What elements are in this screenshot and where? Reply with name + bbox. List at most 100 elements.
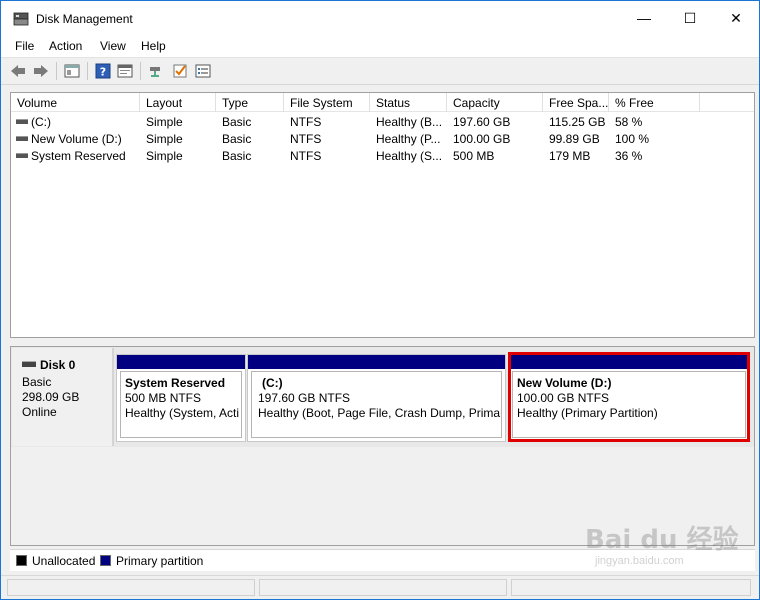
close-button[interactable]: ✕ [713, 1, 759, 35]
legend: Unallocated Primary partition [10, 549, 755, 571]
partition-status: Healthy (System, Acti [125, 406, 240, 420]
column-header-type[interactable]: Type [216, 93, 284, 112]
disk-management-window: Disk Management — ☐ ✕ File Action View H… [0, 0, 760, 600]
disk-size: 298.09 GB [22, 390, 80, 404]
cell-volume: (C:) [31, 115, 51, 129]
column-header-file-system[interactable]: File System [284, 93, 370, 112]
primary-partition-swatch [100, 555, 111, 566]
partition-size: 197.60 GB NTFS [258, 391, 351, 405]
help-button[interactable]: ? [93, 62, 113, 80]
cell-free-space: 99.89 GB [549, 132, 600, 146]
console-button[interactable] [115, 62, 135, 80]
close-icon: ✕ [730, 9, 742, 26]
properties-button[interactable] [62, 62, 82, 80]
empty-disk-area [11, 447, 754, 545]
cell-free-space: 179 MB [549, 149, 591, 163]
cell-capacity: 197.60 GB [453, 115, 511, 129]
column-header-layout[interactable]: Layout [140, 93, 216, 112]
volume-list[interactable]: Volume Layout Type File System Status Ca… [10, 92, 755, 338]
cell-capacity: 100.00 GB [453, 132, 511, 146]
disk-0-row: Disk 0 Basic 298.09 GB Online System Res… [11, 347, 754, 447]
maximize-icon: ☐ [683, 9, 697, 26]
status-bar [1, 575, 759, 599]
svg-text:?: ? [100, 66, 106, 79]
volume-icon [16, 153, 28, 158]
partition-system-reserved[interactable]: System Reserved 500 MB NTFS Healthy (Sys… [116, 354, 246, 442]
disk-state: Online [22, 405, 57, 419]
partition-body: System Reserved 500 MB NTFS Healthy (Sys… [120, 371, 242, 438]
check-button[interactable] [170, 62, 190, 80]
partition-body: New Volume (D:) 100.00 GB NTFS Healthy (… [512, 371, 746, 438]
cell-volume: New Volume (D:) [31, 132, 122, 146]
forward-arrow-icon [34, 65, 48, 77]
column-header-free-space[interactable]: Free Spa... [543, 93, 609, 112]
cell-free-space: 115.25 GB [549, 115, 606, 129]
toolbar-separator [87, 62, 88, 80]
forward-button[interactable] [31, 62, 51, 80]
pane-splitter[interactable] [10, 338, 755, 346]
window-title: Disk Management [36, 12, 133, 26]
toolbar: ? [1, 57, 759, 85]
title-bar[interactable]: Disk Management — ☐ ✕ [1, 1, 759, 35]
minimize-button[interactable]: — [621, 1, 667, 35]
cell-layout: Simple [146, 132, 183, 146]
partition-c[interactable]: (C:) 197.60 GB NTFS Healthy (Boot, Page … [247, 354, 506, 442]
connect-button[interactable] [146, 62, 166, 80]
disk-0-label[interactable]: Disk 0 Basic 298.09 GB Online [12, 348, 114, 446]
partition-size: 100.00 GB NTFS [517, 391, 610, 405]
cell-capacity: 500 MB [453, 149, 495, 163]
maximize-button[interactable]: ☐ [667, 1, 713, 35]
unallocated-swatch [16, 555, 27, 566]
legend-primary-partition: Primary partition [116, 554, 204, 568]
partition-status: Healthy (Primary Partition) [517, 406, 658, 420]
column-header-status[interactable]: Status [370, 93, 447, 112]
partition-body: (C:) 197.60 GB NTFS Healthy (Boot, Page … [251, 371, 502, 438]
cell-percent-free: 100 % [615, 132, 650, 146]
console-icon [117, 64, 133, 78]
disk-management-app-icon [13, 12, 29, 26]
menu-file[interactable]: File [15, 39, 34, 53]
toolbar-separator [56, 62, 57, 80]
disk-icon [22, 361, 36, 367]
cell-file-system: NTFS [290, 115, 322, 129]
menu-view[interactable]: View [100, 39, 126, 53]
back-button[interactable] [8, 62, 28, 80]
disk-type: Basic [22, 375, 52, 389]
cell-status: Healthy (P... [376, 132, 441, 146]
disk-graphical-view: Disk 0 Basic 298.09 GB Online System Res… [10, 346, 755, 546]
cell-type: Basic [222, 115, 252, 129]
minimize-icon: — [637, 10, 651, 26]
list-view-button[interactable] [193, 62, 213, 80]
partition-d[interactable]: New Volume (D:) 100.00 GB NTFS Healthy (… [508, 354, 750, 442]
status-segment [259, 579, 507, 596]
partition-bar [117, 355, 245, 369]
cell-type: Basic [222, 149, 252, 163]
column-header-percent-free[interactable]: % Free [609, 93, 700, 112]
cell-file-system: NTFS [290, 149, 322, 163]
partition-name: New Volume (D:) [517, 376, 612, 390]
cell-percent-free: 58 % [615, 115, 643, 129]
toolbar-separator [140, 62, 141, 80]
volume-row-system-reserved[interactable]: System Reserved Simple Basic NTFS Health… [11, 147, 754, 164]
status-segment [511, 579, 751, 596]
cell-percent-free: 36 % [615, 149, 643, 163]
cell-status: Healthy (S... [376, 149, 443, 163]
back-arrow-icon [11, 65, 25, 77]
partition-size: 500 MB NTFS [125, 391, 202, 405]
volume-row-c[interactable]: (C:) Simple Basic NTFS Healthy (B... 197… [11, 113, 754, 130]
volume-row-d[interactable]: New Volume (D:) Simple Basic NTFS Health… [11, 130, 754, 147]
list-view-icon [195, 64, 211, 78]
check-icon [173, 64, 187, 78]
column-header-capacity[interactable]: Capacity [447, 93, 543, 112]
cell-file-system: NTFS [290, 132, 322, 146]
legend-unallocated: Unallocated [32, 554, 96, 568]
menu-help[interactable]: Help [141, 39, 166, 53]
connect-icon [150, 67, 160, 77]
disk-name: Disk 0 [40, 358, 76, 372]
menu-action[interactable]: Action [49, 39, 82, 53]
help-icon: ? [95, 63, 111, 79]
cell-volume: System Reserved [31, 149, 126, 163]
column-header-volume[interactable]: Volume [11, 93, 140, 112]
partition-name: System Reserved [125, 376, 226, 390]
menu-bar: File Action View Help [1, 35, 759, 57]
